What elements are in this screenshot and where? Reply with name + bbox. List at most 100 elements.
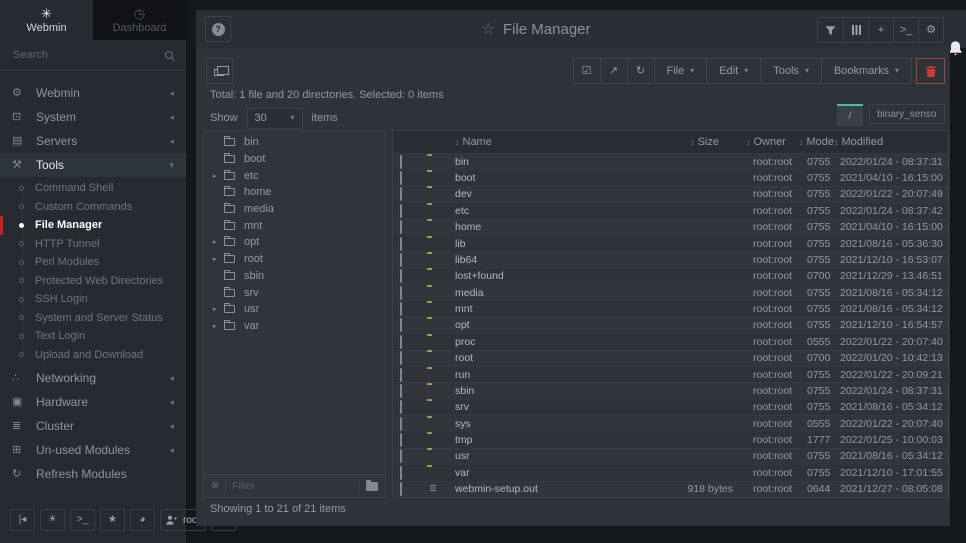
tree-expand-icon[interactable]: ▸ [213, 322, 224, 330]
row-checkbox[interactable] [400, 204, 402, 218]
column-header-name[interactable]: ↕Name [455, 136, 631, 148]
tree-filter-input[interactable] [232, 481, 353, 492]
column-header-mode[interactable]: ↕Mode [795, 136, 833, 148]
row-checkbox[interactable] [400, 220, 402, 234]
row-checkbox[interactable] [400, 417, 402, 431]
tree-item-usr[interactable]: ▸usr [204, 301, 385, 318]
breadcrumb-root-button[interactable]: / [837, 104, 863, 126]
favorite-star-icon[interactable]: ☆ [482, 22, 495, 37]
table-row-webmin-setup-out[interactable]: webmin-setup.out918 bytesroot:root064420… [393, 481, 948, 497]
open-button[interactable]: ↗ [600, 58, 628, 84]
sidebar-item-system-and-server-status[interactable]: System and Server Status [0, 309, 186, 328]
table-row-lost-found[interactable]: lost+foundroot:root07002021/12/29 - 13:4… [393, 268, 948, 284]
sidebar-item-ssh-login[interactable]: SSH Login [0, 290, 186, 309]
clear-filter-icon[interactable]: ⊗ [211, 481, 219, 491]
select-all-button[interactable]: ☑ [573, 58, 601, 84]
tree-expand-icon[interactable]: ▸ [213, 305, 224, 313]
row-checkbox[interactable] [400, 318, 402, 332]
refresh-button[interactable]: ↻ [627, 58, 655, 84]
row-checkbox[interactable] [400, 269, 402, 283]
tree-item-media[interactable]: media [204, 201, 385, 218]
column-header-owner[interactable]: ↕Owner [737, 136, 795, 148]
row-checkbox[interactable] [400, 171, 402, 185]
row-checkbox[interactable] [400, 351, 402, 365]
sidebar-category-networking[interactable]: ∴Networking◂ [0, 366, 186, 390]
row-checkbox[interactable] [400, 433, 402, 447]
table-row-srv[interactable]: srvroot:root07552021/08/16 - 05:34:12 [393, 399, 948, 415]
table-row-usr[interactable]: usrroot:root07552021/08/16 - 05:34:12 [393, 448, 948, 464]
sidebar-item-file-manager[interactable]: File Manager [0, 216, 186, 235]
sidebar-item-text-login[interactable]: Text Login [0, 327, 186, 346]
folder-select-icon[interactable] [366, 482, 378, 491]
sidebar-item-http-tunnel[interactable]: HTTP Tunnel [0, 235, 186, 254]
tab-dashboard[interactable]: ◷ Dashboard [93, 0, 186, 40]
terminal-button[interactable]: >_ [893, 18, 918, 42]
sidebar-category-tools[interactable]: ⚒Tools▾ [0, 153, 186, 177]
row-checkbox[interactable] [400, 335, 402, 349]
table-row-bin[interactable]: binroot:root07552022/01/24 - 08:37:31 [393, 153, 948, 169]
table-row-lib64[interactable]: lib64root:root07552021/12/10 - 16:53:07 [393, 251, 948, 267]
tab-webmin[interactable]: ✳ Webmin [0, 0, 93, 40]
table-row-lib[interactable]: libroot:root07552021/08/16 - 05:36:30 [393, 235, 948, 251]
tree-expand-icon[interactable]: ▸ [213, 172, 224, 180]
menu-bookmarks-button[interactable]: Bookmarks▾ [821, 58, 912, 84]
menu-tools-button[interactable]: Tools▾ [760, 58, 822, 84]
gear-button[interactable]: ⚙ [918, 18, 943, 42]
sidebar-category-servers[interactable]: ▤Servers◂ [0, 129, 186, 153]
tree-item-sbin[interactable]: sbin [204, 268, 385, 285]
table-row-boot[interactable]: bootroot:root07552021/04/10 - 16:15:00 [393, 169, 948, 185]
sidebar-item-perl-modules[interactable]: Perl Modules [0, 253, 186, 272]
column-header-modified[interactable]: ↕Modified [833, 136, 948, 148]
tree-expand-icon[interactable]: ▸ [213, 255, 224, 263]
language-button[interactable]: ◕ [130, 509, 155, 531]
filter-button[interactable] [818, 18, 843, 42]
trash-button[interactable] [916, 58, 945, 84]
sidebar-item-upload-and-download[interactable]: Upload and Download [0, 346, 186, 365]
row-checkbox[interactable] [400, 482, 402, 496]
table-row-media[interactable]: mediaroot:root07552021/08/16 - 05:34:12 [393, 284, 948, 300]
table-row-mnt[interactable]: mntroot:root07552021/08/16 - 05:34:12 [393, 300, 948, 316]
row-checkbox[interactable] [400, 384, 402, 398]
tree-item-bin[interactable]: bin [204, 134, 385, 151]
terminal-button[interactable]: >_ [70, 509, 95, 531]
row-checkbox[interactable] [400, 237, 402, 251]
tree-expand-icon[interactable]: ▸ [213, 238, 224, 246]
table-row-opt[interactable]: optroot:root07552021/12/10 - 16:54:57 [393, 317, 948, 333]
row-checkbox[interactable] [400, 368, 402, 382]
sidebar-category-un-used-modules[interactable]: ⊞Un-used Modules◂ [0, 438, 186, 462]
sidebar-category-cluster[interactable]: ≣Cluster◂ [0, 414, 186, 438]
row-checkbox[interactable] [400, 302, 402, 316]
column-header-size[interactable]: ↕Size [631, 136, 737, 148]
sidebar-category-webmin[interactable]: ⚙Webmin◂ [0, 81, 186, 105]
sidebar-category-refresh-modules[interactable]: ↻Refresh Modules [0, 462, 186, 486]
tree-item-mnt[interactable]: mnt [204, 217, 385, 234]
table-row-run[interactable]: runroot:root07552022/01/22 - 20:09:21 [393, 366, 948, 382]
row-checkbox[interactable] [400, 253, 402, 267]
tree-item-home[interactable]: home [204, 184, 385, 201]
table-row-etc[interactable]: etcroot:root07552022/01/24 - 08:37:42 [393, 202, 948, 218]
row-checkbox[interactable] [400, 466, 402, 480]
sidebar-category-system[interactable]: ⊡System◂ [0, 105, 186, 129]
tree-item-boot[interactable]: boot [204, 151, 385, 168]
table-row-tmp[interactable]: tmproot:root17772022/01/25 - 10:00:03 [393, 431, 948, 447]
sidebar-item-protected-web-directories[interactable]: Protected Web Directories [0, 272, 186, 291]
table-row-root[interactable]: rootroot:root07002022/01/20 - 10:42:13 [393, 350, 948, 366]
row-checkbox[interactable] [400, 155, 402, 169]
row-checkbox[interactable] [400, 187, 402, 201]
tree-item-srv[interactable]: srv [204, 284, 385, 301]
table-row-home[interactable]: homeroot:root07552021/04/10 - 16:15:00 [393, 219, 948, 235]
tree-item-etc[interactable]: ▸etc [204, 167, 385, 184]
menu-file-button[interactable]: File▾ [654, 58, 708, 84]
menu-edit-button[interactable]: Edit▾ [706, 58, 761, 84]
row-checkbox[interactable] [400, 400, 402, 414]
columns-button[interactable] [843, 18, 868, 42]
plus-button[interactable]: + [868, 18, 893, 42]
row-checkbox[interactable] [400, 286, 402, 300]
tree-item-root[interactable]: ▸root [204, 251, 385, 268]
table-row-proc[interactable]: procroot:root05552022/01/22 - 20:07:40 [393, 333, 948, 349]
theme-button[interactable]: ☀ [40, 509, 65, 531]
path-search-input[interactable] [869, 104, 945, 124]
search-input[interactable] [13, 49, 159, 61]
copy-path-button[interactable] [206, 58, 233, 84]
sidebar-category-hardware[interactable]: ▣Hardware◂ [0, 390, 186, 414]
